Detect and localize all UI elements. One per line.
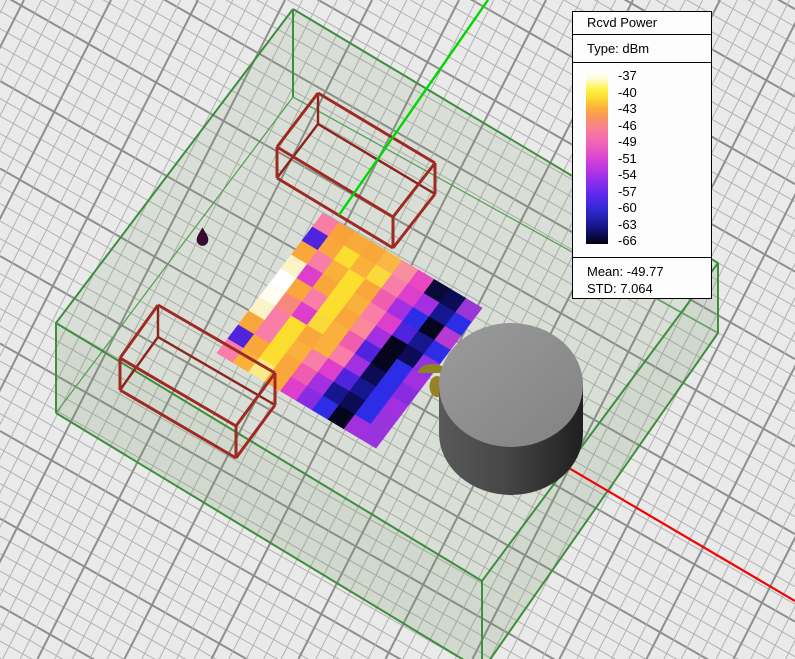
colorbar-tick-label: -46 [618, 118, 678, 134]
legend-mean: Mean: -49.77 [587, 263, 711, 280]
colorbar-tick-label: -49 [618, 134, 678, 150]
legend-colorbar: -37-40-43-46-49-51-54-57-60-63-66 [573, 63, 711, 258]
legend-title: Rcvd Power [573, 12, 711, 35]
colorbar-tick-label: -51 [618, 151, 678, 167]
legend-panel: Rcvd Power Type: dBm -37-40-43-46-49-51-… [572, 11, 712, 299]
colorbar-tick-label: -43 [618, 101, 678, 117]
legend-stats: Mean: -49.77 STD: 7.064 [573, 258, 711, 297]
colorbar-tick-label: -57 [618, 184, 678, 200]
app-window: Rcvd Power Type: dBm -37-40-43-46-49-51-… [0, 0, 795, 659]
colorbar-tick-label: -40 [618, 85, 678, 101]
colorbar-tick-label: -63 [618, 217, 678, 233]
colorbar-tick-label: -37 [618, 68, 678, 84]
legend-type-label: Type: dBm [573, 35, 711, 63]
colorbar-gradient [586, 73, 608, 244]
legend-std: STD: 7.064 [587, 280, 711, 297]
colorbar-tick-label: -66 [618, 233, 678, 249]
colorbar-tick-label: -54 [618, 167, 678, 183]
colorbar-tick-label: -60 [618, 200, 678, 216]
cylinder-object [439, 323, 583, 495]
